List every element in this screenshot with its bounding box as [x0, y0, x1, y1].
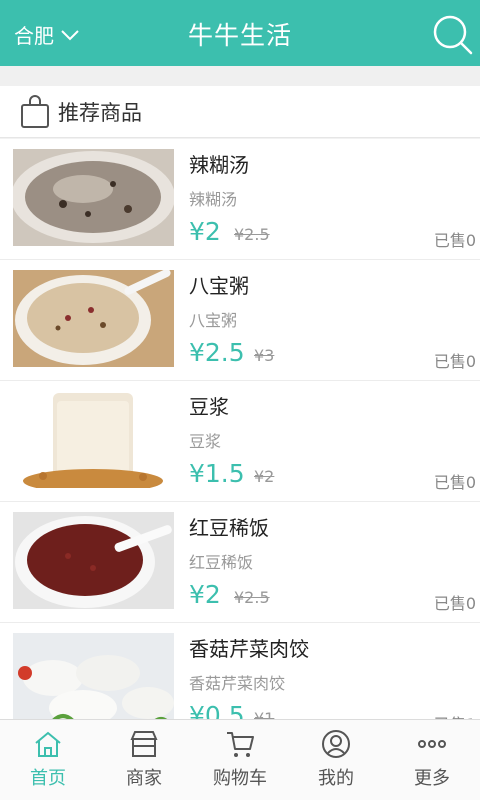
- product-item[interactable]: 红豆稀饭 红豆稀饭 ¥2 ¥2.5 已售0: [0, 502, 480, 623]
- product-item[interactable]: 辣糊汤 辣糊汤 ¥2 ¥2.5 已售0: [0, 139, 480, 260]
- product-sold: 已售0: [433, 231, 476, 250]
- tab-label: 首页: [30, 768, 66, 789]
- app-header: 合肥 牛牛生活: [0, 0, 480, 66]
- store-icon: [130, 731, 158, 757]
- product-old-price: ¥1: [254, 709, 275, 719]
- product-sold: 已售0: [433, 594, 476, 613]
- user-icon: [322, 730, 350, 758]
- cart-icon: [227, 732, 254, 757]
- product-old-price: ¥2: [254, 467, 275, 486]
- bottom-tab-bar: 首页 商家 购物车 我的 更多: [0, 719, 480, 800]
- home-icon: [35, 731, 61, 757]
- product-desc: 八宝粥: [189, 311, 238, 330]
- recommended-header: 推荐商品: [0, 86, 480, 138]
- product-old-price: ¥2.5: [234, 225, 270, 244]
- product-price: ¥0.5: [189, 701, 245, 719]
- product-name: 八宝粥: [189, 274, 249, 298]
- product-price: ¥1.5: [189, 459, 245, 488]
- product-image-hot-soup: [13, 149, 174, 246]
- tab-cart[interactable]: 购物车: [192, 720, 288, 800]
- product-name: 红豆稀饭: [189, 516, 269, 540]
- product-name: 辣糊汤: [189, 153, 249, 177]
- product-desc: 豆浆: [189, 432, 222, 451]
- search-button[interactable]: [430, 12, 474, 56]
- tab-label: 我的: [318, 768, 354, 789]
- product-desc: 辣糊汤: [189, 190, 238, 209]
- tab-label: 更多: [414, 768, 450, 789]
- product-old-price: ¥2.5: [234, 588, 270, 607]
- product-list[interactable]: 辣糊汤 辣糊汤 ¥2 ¥2.5 已售0 八宝粥 八宝粥 ¥2.5 ¥3 已售0: [0, 139, 480, 719]
- product-desc: 香菇芹菜肉饺: [189, 674, 286, 693]
- product-sold: 已售1: [434, 711, 476, 719]
- tab-mine[interactable]: 我的: [288, 720, 384, 800]
- search-icon: [433, 15, 473, 55]
- product-name: 香菇芹菜肉饺: [189, 637, 309, 661]
- product-item[interactable]: 豆浆 豆浆 ¥1.5 ¥2 已售0: [0, 381, 480, 502]
- tab-home[interactable]: 首页: [0, 720, 96, 800]
- product-sold: 已售0: [433, 352, 476, 371]
- city-selector[interactable]: 合肥: [14, 20, 80, 49]
- product-price: ¥2: [189, 580, 221, 609]
- product-item[interactable]: 香菇芹菜肉饺 香菇芹菜肉饺 ¥0.5 ¥1 已售1: [0, 623, 480, 719]
- product-old-price: ¥3: [254, 346, 275, 365]
- tab-label: 商家: [126, 768, 162, 789]
- more-icon: [418, 740, 446, 748]
- product-image-congee: [13, 270, 174, 367]
- header-spacer: [0, 66, 480, 86]
- tab-more[interactable]: 更多: [384, 720, 480, 800]
- product-price: ¥2: [189, 217, 221, 246]
- tab-label: 购物车: [213, 768, 267, 789]
- product-item[interactable]: 八宝粥 八宝粥 ¥2.5 ¥3 已售0: [0, 260, 480, 381]
- shopping-bag-icon: [21, 94, 49, 128]
- chevron-down-icon: [61, 29, 79, 40]
- city-label: 合肥: [14, 24, 54, 48]
- section-title: 推荐商品: [58, 100, 142, 125]
- product-price: ¥2.5: [189, 338, 245, 367]
- product-image-red-bean-porridge: [13, 512, 174, 609]
- tab-merchants[interactable]: 商家: [96, 720, 192, 800]
- product-desc: 红豆稀饭: [189, 553, 254, 572]
- product-name: 豆浆: [189, 395, 229, 419]
- product-sold: 已售0: [433, 473, 476, 492]
- product-image-soy-milk: [13, 391, 174, 488]
- product-image-dumplings: [13, 633, 174, 719]
